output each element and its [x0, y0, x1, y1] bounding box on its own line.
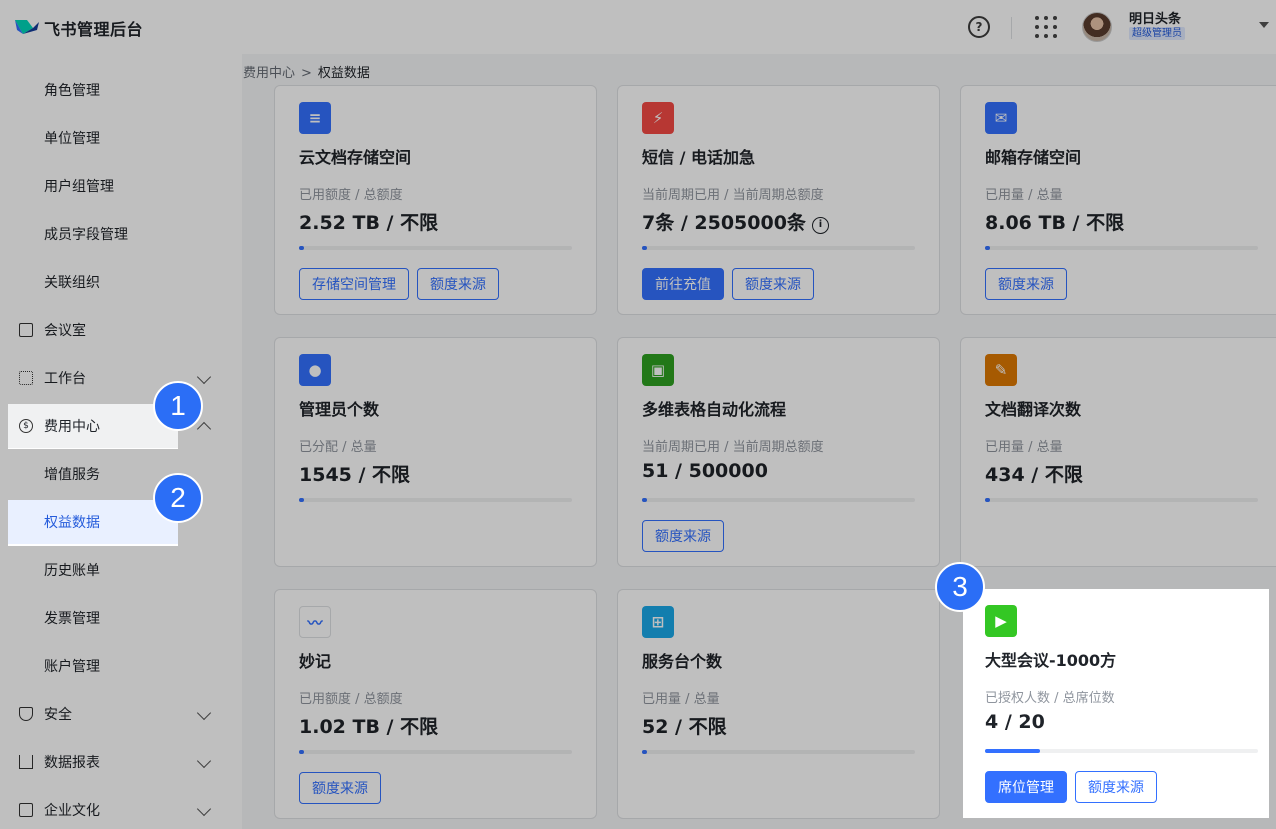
- dim-overlay: [0, 404, 8, 546]
- sidebar-item-label: 权益数据: [44, 515, 100, 531]
- video-meeting-icon: ▶: [985, 605, 1017, 637]
- dim-overlay: [178, 404, 1276, 589]
- card-label: 已授权人数 / 总席位数: [985, 691, 1115, 706]
- step-badge-1: 1: [153, 381, 203, 431]
- dim-overlay: [963, 818, 1269, 829]
- dim-overlay: [1269, 589, 1276, 829]
- seat-manage-button[interactable]: 席位管理: [985, 771, 1067, 803]
- usage-progress-bar: [985, 749, 1258, 753]
- card-title: 大型会议-1000方: [985, 651, 1117, 670]
- step-badge-3: 3: [935, 562, 985, 612]
- dim-overlay: [0, 0, 1276, 404]
- sidebar-item-entitlements[interactable]: 权益数据: [8, 500, 178, 544]
- dim-overlay: [0, 546, 178, 829]
- quota-source-button[interactable]: 额度来源: [1075, 771, 1157, 803]
- card-large-meeting: ▶ 大型会议-1000方 已授权人数 / 总席位数 4 / 20 席位管理 额度…: [963, 589, 1269, 818]
- card-value: 4 / 20: [985, 711, 1045, 733]
- step-badge-2: 2: [153, 473, 203, 523]
- dim-overlay: [178, 589, 963, 829]
- dollar-icon: $: [19, 419, 33, 433]
- sidebar-item-label: 费用中心: [44, 419, 100, 435]
